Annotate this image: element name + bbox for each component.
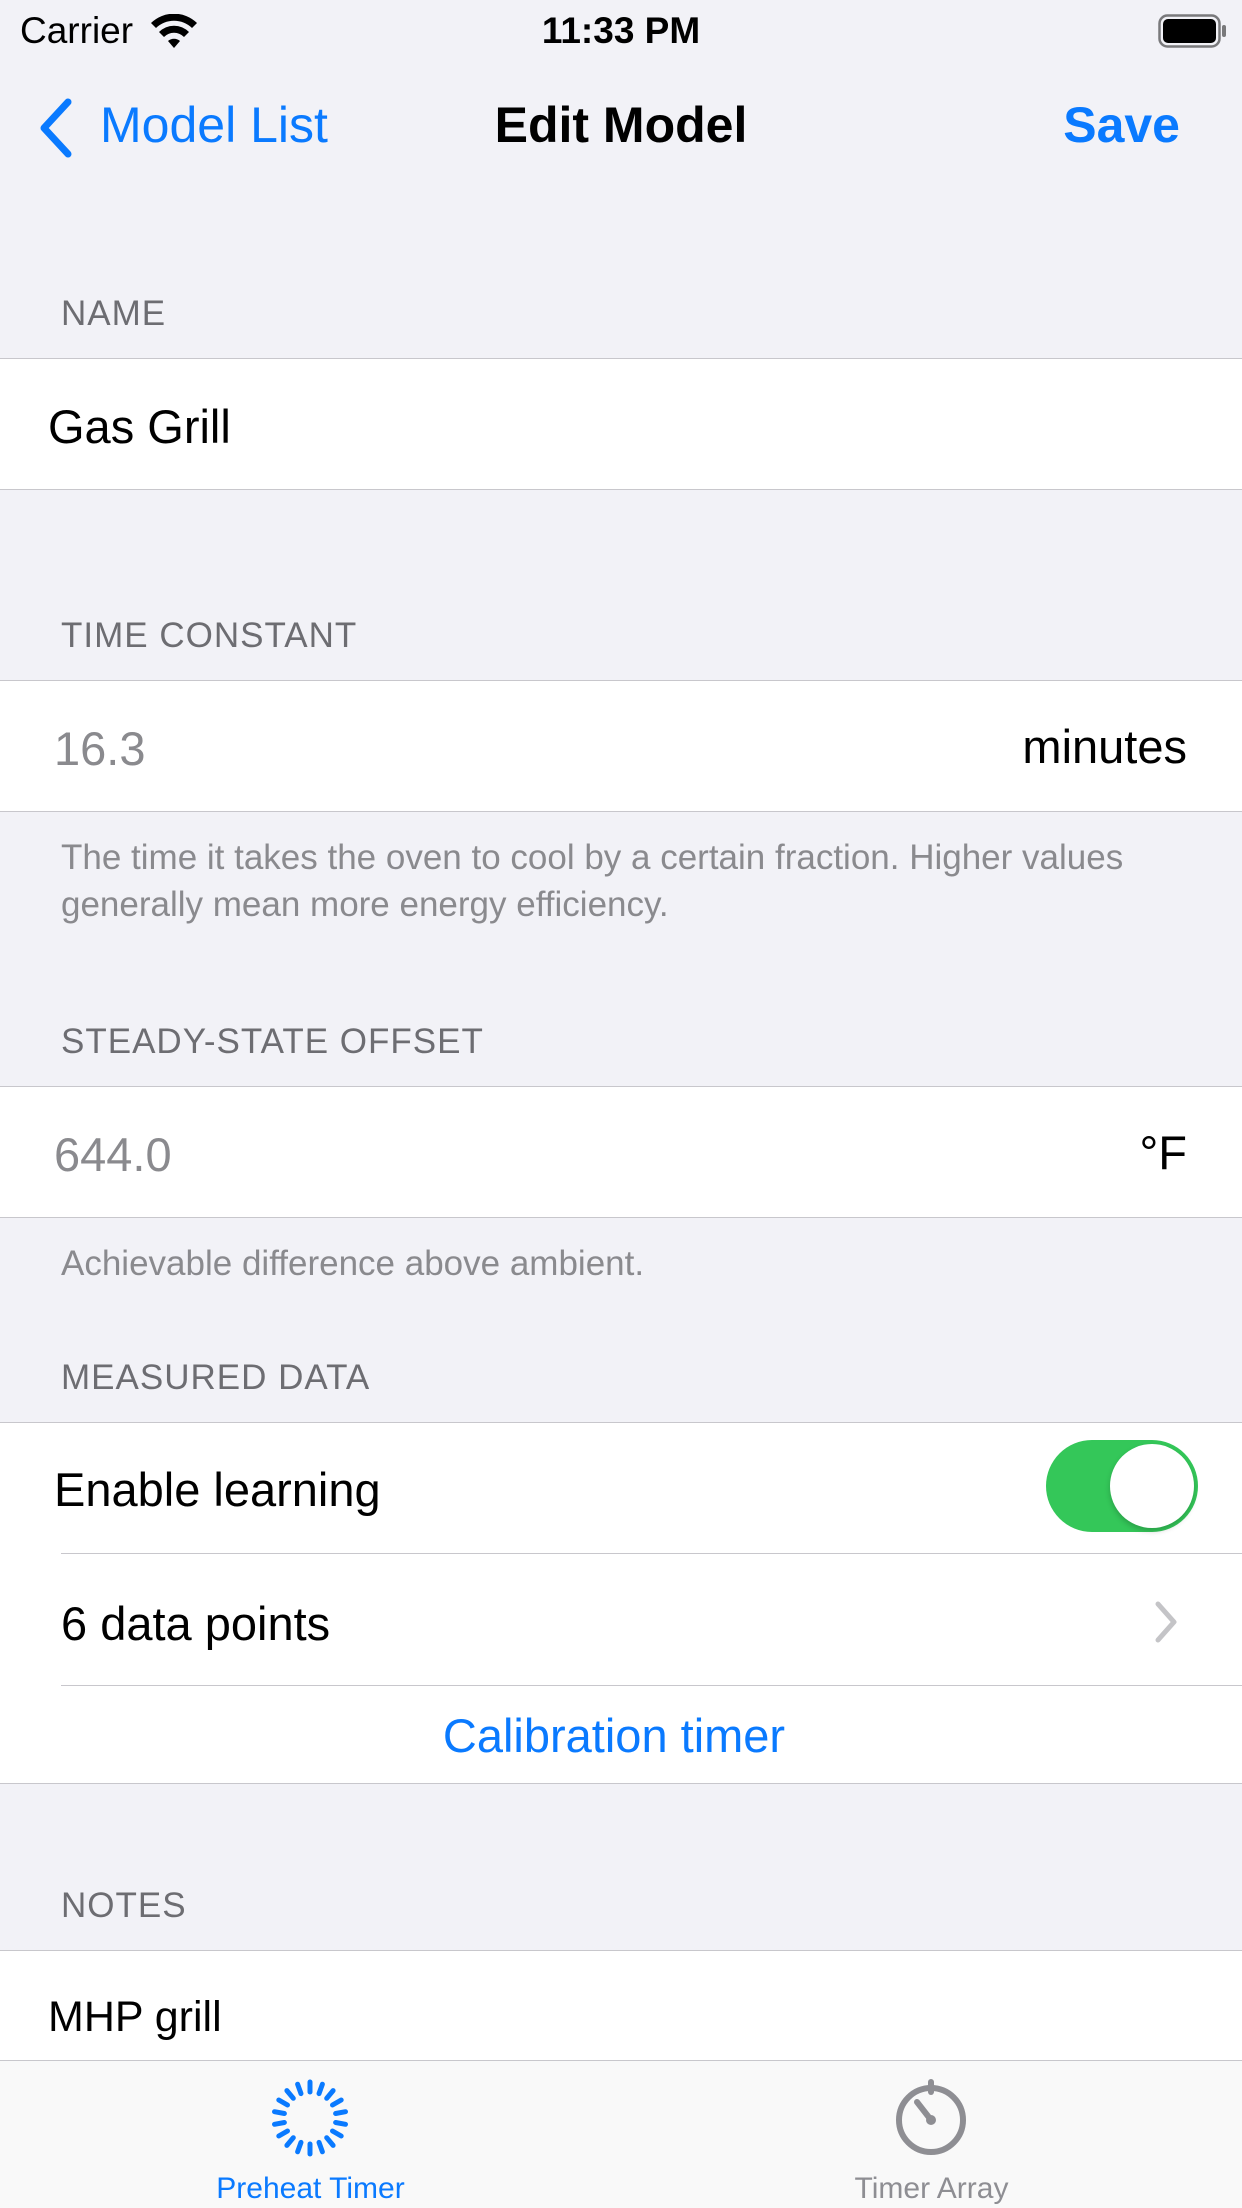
chevron-right-icon [1155, 1601, 1177, 1643]
save-button[interactable]: Save [1063, 96, 1180, 154]
name-cell: Gas Grill [0, 358, 1242, 490]
notes-text-area[interactable]: MHP grill [48, 1993, 222, 2042]
separator [61, 1685, 1242, 1686]
steady-state-section-header: STEADY-STATE OFFSET [61, 1022, 484, 1061]
battery-icon [1158, 14, 1226, 48]
status-time: 11:33 PM [541, 10, 701, 51]
name-section-header: NAME [61, 294, 167, 333]
steady-state-input[interactable]: 644.0 [54, 1127, 172, 1182]
measured-data-section-header: MEASURED DATA [61, 1358, 371, 1397]
enable-learning-toggle[interactable] [1046, 1440, 1198, 1532]
page-title: Edit Model [494, 97, 748, 153]
status-bar: Carrier 11:33 PM [0, 0, 1242, 62]
steady-state-cell: 644.0 °F [0, 1086, 1242, 1218]
steady-state-footer: Achievable difference above ambient. [61, 1244, 645, 1283]
steady-state-unit: °F [1139, 1126, 1187, 1179]
name-field[interactable]: Gas Grill [48, 399, 231, 454]
data-points-row[interactable]: 6 data points [61, 1596, 330, 1651]
preheat-timer-icon [272, 2079, 348, 2157]
notes-section-header: NOTES [61, 1886, 187, 1925]
tab-label: Timer Array [854, 2172, 1009, 2205]
enable-learning-label: Enable learning [54, 1463, 381, 1516]
tab-preheat-timer[interactable]: Preheat Timer [0, 2060, 621, 2208]
time-constant-unit: minutes [1022, 720, 1187, 773]
time-constant-footer: The time it takes the oven to cool by a … [61, 838, 1124, 924]
toggle-knob [1110, 1444, 1194, 1528]
time-constant-cell: 16.3 minutes [0, 680, 1242, 812]
separator [61, 1553, 1242, 1554]
tab-timer-array[interactable]: Timer Array [621, 2060, 1242, 2208]
tab-label: Preheat Timer [216, 2172, 405, 2205]
calibration-timer-button[interactable]: Calibration timer [0, 1708, 1228, 1763]
stopwatch-icon [896, 2079, 966, 2155]
time-constant-input[interactable]: 16.3 [54, 721, 145, 776]
time-constant-section-header: TIME CONSTANT [61, 616, 358, 655]
